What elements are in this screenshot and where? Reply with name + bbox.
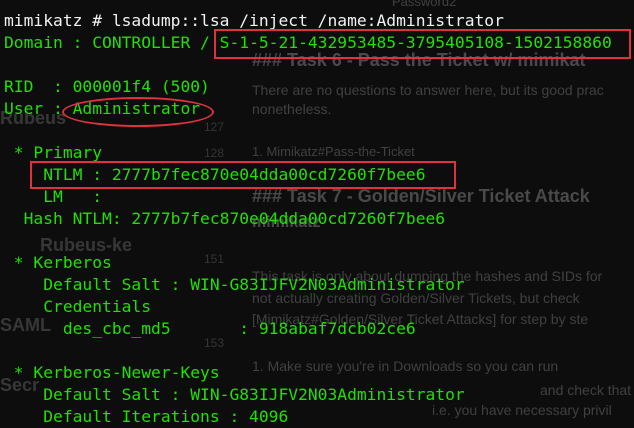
newer-salt-line: Default Salt : WIN-G83IJFV2N03Administra…	[4, 385, 465, 404]
kerberos-salt-line: Default Salt : WIN-G83IJFV2N03Administra…	[4, 275, 465, 294]
doc-task7-heading: ### Task 7 - Golden/Silver Ticket Attack	[252, 186, 590, 206]
doc-task6-list: 1. Mimikatz#Pass-the-Ticket	[252, 144, 415, 159]
doc-step1: 1. Make sure you're in Downloads so you …	[252, 358, 559, 374]
doc-task6-text: There are no questions to answer here, b…	[252, 82, 604, 98]
doc-line-number: 127	[204, 120, 225, 134]
ntlm-highlight-box	[30, 161, 456, 189]
iterations-line: Default Iterations : 4096	[4, 407, 289, 426]
kerberos-header: * Kerberos	[4, 253, 112, 272]
username-highlight-ellipse	[62, 97, 214, 127]
sid-highlight-box	[214, 29, 631, 59]
hash-ntlm-line: Hash NTLM: 2777b7fec870e04dda00cd7260f7b…	[4, 209, 446, 228]
command-text: lsadump::lsa /inject /name:Administrator	[111, 11, 504, 30]
doc-password-note: Password2	[392, 0, 457, 9]
doc-line-number: 151	[204, 252, 225, 266]
rid-line: RID : 000001f4 (500)	[4, 77, 210, 96]
kerberos-newer-keys-header: * Kerberos-Newer-Keys	[4, 363, 220, 382]
credentials-line: Credentials	[4, 297, 152, 316]
doc-step1-c: and check that	[540, 382, 632, 398]
prompt: mimikatz #	[4, 11, 112, 30]
doc-task6-text2: nonetheless.	[252, 101, 332, 117]
doc-line-number: 128	[204, 146, 225, 160]
doc-step1-code: Downloads	[393, 358, 463, 374]
lm-line: LM :	[4, 187, 103, 206]
des-cbc-md5-line: des_cbc_md5 : 918abaf7dcb02ce6	[4, 319, 416, 338]
